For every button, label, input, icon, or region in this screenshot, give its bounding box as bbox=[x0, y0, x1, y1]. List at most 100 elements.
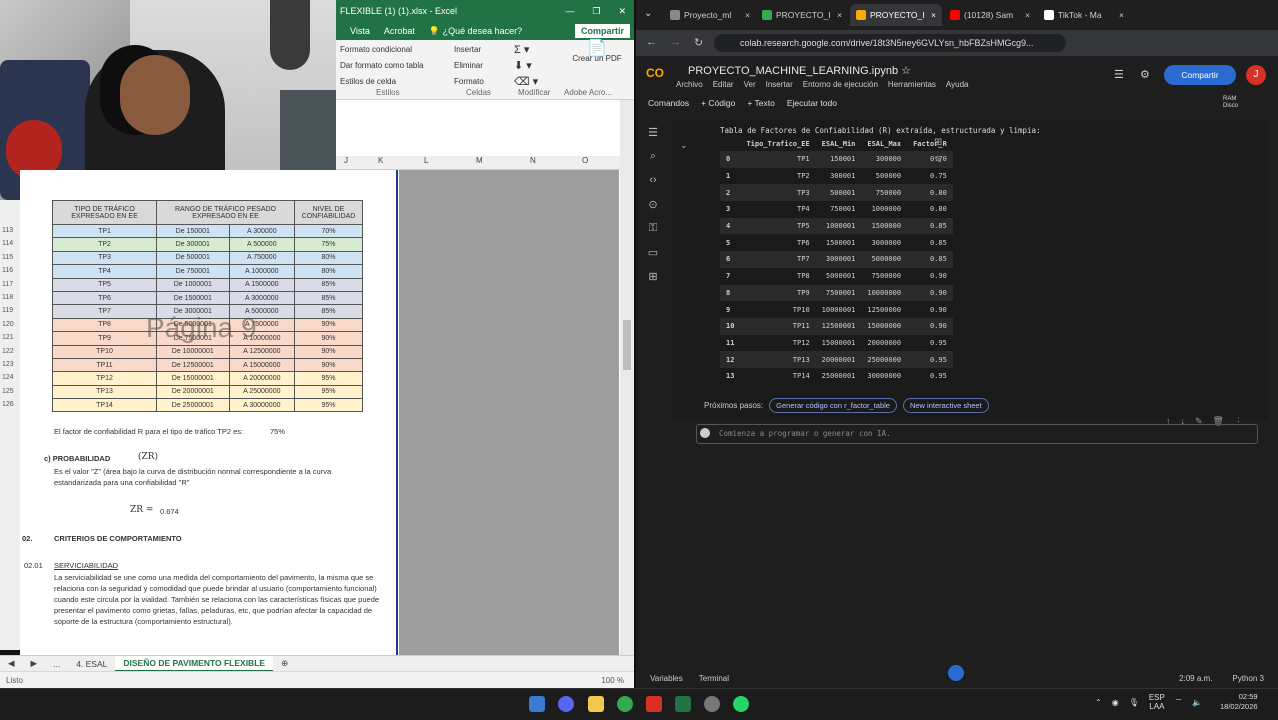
colab-logo-icon[interactable]: CO bbox=[646, 66, 668, 80]
traffic-row[interactable]: TP11 De 12500001 A 15000000 90% bbox=[52, 357, 363, 373]
start-icon[interactable] bbox=[529, 696, 545, 712]
traffic-cell-to[interactable]: A 1500000 bbox=[228, 277, 296, 292]
row-number[interactable]: 114 bbox=[2, 240, 13, 247]
traffic-cell-level[interactable]: 90% bbox=[294, 357, 363, 373]
row-number[interactable]: 118 bbox=[2, 294, 13, 301]
col-l[interactable]: L bbox=[424, 156, 428, 165]
row-number[interactable]: 117 bbox=[2, 281, 13, 288]
table-view-icon[interactable]: ⊞ bbox=[934, 137, 942, 148]
traffic-row[interactable]: TP6 De 1500001 A 3000000 85% bbox=[52, 290, 363, 306]
traffic-cell-to[interactable]: A 750000 bbox=[228, 250, 296, 266]
traffic-cell-type[interactable]: TP5 bbox=[52, 277, 157, 292]
resources-indicator[interactable]: RAM Disco bbox=[1223, 96, 1238, 110]
traffic-cell-level[interactable]: 95% bbox=[294, 371, 363, 386]
traffic-cell-from[interactable]: De 750001 bbox=[156, 264, 230, 279]
maximize-icon[interactable]: ❐ bbox=[592, 6, 600, 17]
traffic-cell-from[interactable]: De 20000001 bbox=[156, 384, 230, 400]
menu-item[interactable]: Ver bbox=[744, 80, 756, 89]
close-tab-icon[interactable]: × bbox=[745, 10, 750, 20]
traffic-cell-level[interactable]: 80% bbox=[294, 250, 363, 266]
traffic-row[interactable]: TP12 De 15000001 A 20000000 95% bbox=[52, 371, 363, 386]
menu-item[interactable]: Herramientas bbox=[888, 80, 936, 89]
row-number[interactable]: 120 bbox=[2, 321, 14, 328]
colab-share-button[interactable]: Compartir bbox=[1164, 65, 1236, 85]
tab-acrobat[interactable]: Acrobat bbox=[384, 26, 415, 36]
traffic-cell-from[interactable]: De 25000001 bbox=[156, 398, 230, 413]
col-n[interactable]: N bbox=[530, 156, 536, 165]
traffic-cell-type[interactable]: TP8 bbox=[52, 317, 157, 333]
traffic-cell-from[interactable]: De 300001 bbox=[156, 237, 230, 252]
zoom-level[interactable]: 100 % bbox=[601, 676, 634, 685]
sheet-nav-left-icon[interactable]: ◀ bbox=[0, 658, 23, 669]
tray-app-icon[interactable]: ◉ bbox=[1112, 698, 1119, 707]
traffic-cell-level[interactable]: 85% bbox=[294, 290, 363, 306]
create-pdf-button[interactable]: Crear un PDF bbox=[572, 54, 622, 64]
traffic-cell-from[interactable]: De 1500001 bbox=[156, 290, 230, 306]
add-sheet-icon[interactable]: ⊕ bbox=[273, 658, 296, 669]
scroll-thumb[interactable] bbox=[623, 320, 631, 370]
traffic-row[interactable]: TP2 De 300001 A 500000 75% bbox=[52, 237, 363, 252]
acrobat-icon[interactable] bbox=[646, 696, 662, 712]
traffic-cell-to[interactable]: A 500000 bbox=[228, 237, 296, 252]
traffic-cell-from[interactable]: De 15000001 bbox=[156, 371, 230, 386]
traffic-cell-level[interactable]: 95% bbox=[294, 398, 363, 413]
tab-search-icon[interactable]: ⌄ bbox=[644, 8, 652, 19]
row-number[interactable]: 116 bbox=[2, 267, 13, 274]
traffic-cell-level[interactable]: 85% bbox=[294, 277, 363, 292]
secrets-key-icon[interactable]: ⚿ bbox=[646, 222, 660, 234]
format-as-table-button[interactable]: Dar formato como tabla bbox=[340, 58, 440, 74]
new-code-cell[interactable]: Comienza a programar o generar con IA. bbox=[696, 424, 1258, 444]
comments-icon[interactable]: ☰ bbox=[1114, 68, 1124, 81]
star-icon[interactable]: ☆ bbox=[901, 65, 911, 77]
tab-vista[interactable]: Vista bbox=[350, 26, 370, 36]
sheet-tab-diseno[interactable]: DISEÑO DE PAVIMENTO FLEXIBLE bbox=[115, 655, 274, 672]
pdf-icon[interactable]: 📄 bbox=[572, 41, 622, 57]
row-number[interactable]: 125 bbox=[2, 388, 14, 395]
forward-icon[interactable]: → bbox=[670, 36, 681, 48]
traffic-cell-type[interactable]: TP1 bbox=[52, 223, 157, 239]
browser-tab[interactable]: (10128) Sam × bbox=[944, 4, 1036, 26]
row-number[interactable]: 126 bbox=[2, 401, 14, 408]
col-j[interactable]: J bbox=[344, 156, 348, 165]
menu-item[interactable]: Ayuda bbox=[946, 80, 969, 89]
traffic-cell-to[interactable]: A 3000000 bbox=[228, 290, 296, 306]
clock[interactable]: 02:59 18/02/2026 bbox=[1220, 692, 1258, 712]
add-text-button[interactable]: + Texto bbox=[747, 98, 775, 108]
col-k[interactable]: K bbox=[378, 156, 383, 165]
fill-icon[interactable]: ⬇ ▾ bbox=[514, 58, 558, 74]
settings-gear-icon[interactable]: ⚙ bbox=[1140, 68, 1150, 81]
traffic-cell-type[interactable]: TP10 bbox=[52, 344, 157, 359]
avatar[interactable]: J bbox=[1246, 65, 1266, 85]
autosum-icon[interactable]: Σ ▾ bbox=[514, 42, 558, 58]
gemini-fab-icon[interactable] bbox=[948, 665, 964, 681]
row-number[interactable]: 121 bbox=[2, 334, 14, 341]
close-tab-icon[interactable]: × bbox=[1025, 10, 1030, 20]
browser-tab[interactable]: TikTok - Ma × bbox=[1038, 4, 1130, 26]
find-icon[interactable]: ⌕ bbox=[646, 150, 660, 162]
settings-icon[interactable] bbox=[704, 696, 720, 712]
browser-tab[interactable]: Proyecto_ml × bbox=[664, 4, 756, 26]
close-icon[interactable]: ✕ bbox=[618, 6, 626, 17]
traffic-cell-level[interactable]: 90% bbox=[294, 331, 363, 346]
traffic-cell-type[interactable]: TP6 bbox=[52, 290, 157, 306]
menu-item[interactable]: Insertar bbox=[766, 80, 793, 89]
traffic-cell-level[interactable]: 80% bbox=[294, 264, 363, 279]
traffic-cell-to[interactable]: A 300000 bbox=[228, 223, 296, 239]
traffic-row[interactable]: TP5 De 1000001 A 1500000 85% bbox=[52, 277, 363, 292]
traffic-cell-from[interactable]: De 500001 bbox=[156, 250, 230, 266]
traffic-cell-type[interactable]: TP7 bbox=[52, 304, 157, 319]
terminal-grid-icon[interactable]: ⊞ bbox=[646, 270, 660, 283]
volume-icon[interactable]: 🔈 bbox=[1192, 698, 1202, 707]
browser-tab[interactable]: PROYECTO_I × bbox=[850, 4, 942, 26]
traffic-cell-type[interactable]: TP2 bbox=[52, 237, 157, 252]
discord-icon[interactable] bbox=[558, 696, 574, 712]
notebook-name[interactable]: PROYECTO_MACHINE_LEARNING.ipynb ☆ bbox=[688, 64, 911, 77]
traffic-cell-from[interactable]: De 12500001 bbox=[156, 357, 230, 373]
excel-icon[interactable] bbox=[675, 696, 691, 712]
traffic-cell-to[interactable]: A 20000000 bbox=[228, 371, 296, 386]
collapse-output-icon[interactable]: ⌄ bbox=[680, 140, 688, 151]
traffic-cell-to[interactable]: A 1000000 bbox=[228, 264, 296, 279]
traffic-cell-level[interactable]: 85% bbox=[294, 304, 363, 319]
traffic-cell-to[interactable]: A 12500000 bbox=[228, 344, 296, 359]
add-code-button[interactable]: + Código bbox=[701, 98, 735, 108]
